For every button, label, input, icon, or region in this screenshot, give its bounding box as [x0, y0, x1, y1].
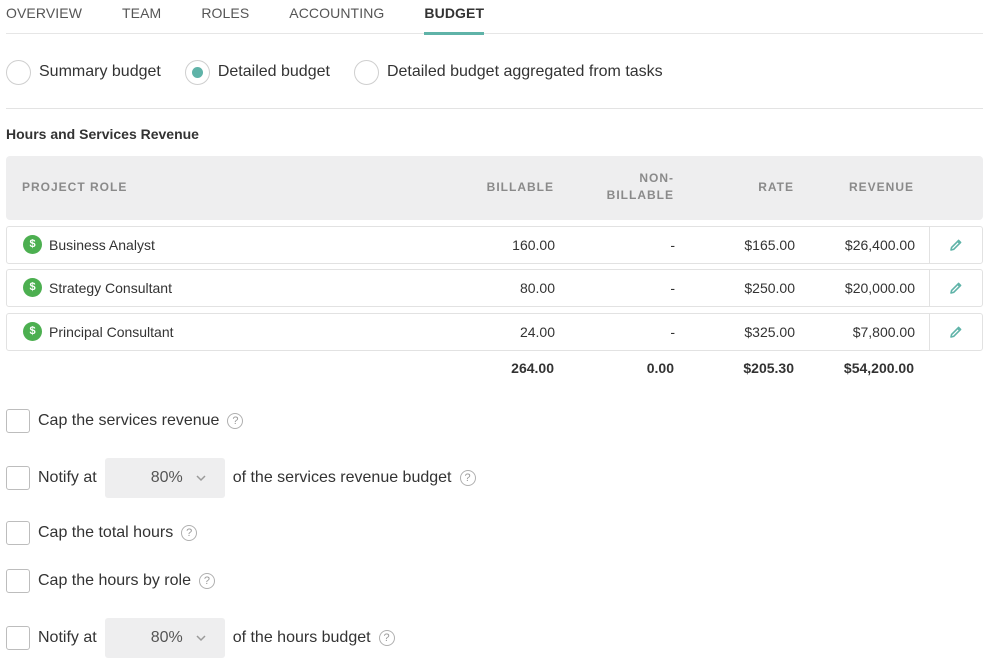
- detailed-budget-radio[interactable]: [184, 59, 210, 85]
- tab-bar: OVERVIEW TEAM ROLES ACCOUNTING BUDGET: [6, 0, 983, 35]
- rate-value: $250.00: [744, 280, 795, 296]
- edit-row-button[interactable]: [929, 314, 982, 350]
- billable-dollar-icon: $: [23, 322, 42, 341]
- detailed-budget-label: Detailed budget: [217, 63, 330, 80]
- chevron-down-icon: [196, 635, 206, 642]
- nonbillable-value: -: [670, 324, 675, 340]
- nonbillable-value: -: [670, 280, 675, 296]
- help-icon[interactable]: ?: [459, 470, 476, 486]
- header-revenue: REVENUE: [848, 180, 914, 194]
- cap-hours-label: Cap the total hours: [38, 524, 174, 541]
- header-rate: RATE: [758, 180, 794, 194]
- nonbillable-value: -: [670, 237, 675, 253]
- pencil-icon: [950, 282, 962, 294]
- notify-hours-checkbox[interactable]: [6, 626, 30, 650]
- role-name: Business Analyst: [49, 237, 155, 253]
- tab-roles[interactable]: ROLES: [201, 0, 249, 34]
- cap-hours-option: Cap the total hours ?: [6, 521, 198, 545]
- notify-hours-option: Notify at 80% of the hours budget ?: [6, 618, 395, 658]
- chevron-down-icon: [196, 475, 206, 482]
- help-icon[interactable]: ?: [198, 573, 215, 589]
- billable-dollar-icon: $: [23, 235, 42, 254]
- help-icon[interactable]: ?: [227, 413, 244, 429]
- header-project-role: PROJECT ROLE: [22, 180, 128, 194]
- section-title: Hours and Services Revenue: [6, 126, 199, 142]
- cap-hours-checkbox[interactable]: [6, 521, 30, 545]
- notify-revenue-suffix: of the services revenue budget: [232, 469, 452, 486]
- table-row: $ Business Analyst 160.00 - $165.00 $26,…: [6, 226, 983, 264]
- notify-revenue-checkbox[interactable]: [6, 466, 30, 490]
- notify-revenue-percent-select[interactable]: 80%: [104, 458, 225, 498]
- cap-revenue-label: Cap the services revenue: [38, 412, 220, 429]
- revenue-value: $20,000.00: [844, 280, 915, 296]
- totals-row: 264.00 0.00 $205.30 $54,200.00: [6, 356, 983, 380]
- revenue-value: $26,400.00: [844, 237, 915, 253]
- total-revenue: $54,200.00: [843, 360, 914, 376]
- aggregated-budget-label: Detailed budget aggregated from tasks: [386, 63, 663, 80]
- divider: [6, 108, 983, 109]
- cap-hours-role-option: Cap the hours by role ?: [6, 569, 215, 593]
- cap-hours-role-checkbox[interactable]: [6, 569, 30, 593]
- budget-type-aggregated[interactable]: Detailed budget aggregated from tasks: [353, 59, 663, 85]
- cap-revenue-option: Cap the services revenue ?: [6, 409, 244, 433]
- summary-budget-label: Summary budget: [39, 63, 161, 80]
- budget-type-summary[interactable]: Summary budget: [6, 59, 161, 85]
- rate-value: $325.00: [744, 324, 795, 340]
- billable-value: 160.00: [512, 237, 555, 253]
- header-nonbillable-line1: NON-: [639, 171, 674, 185]
- summary-budget-radio[interactable]: [6, 59, 31, 85]
- notify-hours-percent-value: 80%: [150, 629, 183, 646]
- pencil-icon: [950, 239, 962, 251]
- budget-type-group: Summary budget Detailed budget Detailed …: [6, 58, 687, 86]
- total-nonbillable: 0.00: [646, 360, 674, 376]
- help-icon[interactable]: ?: [181, 525, 198, 541]
- notify-hours-suffix: of the hours budget: [232, 629, 371, 646]
- billable-value: 80.00: [519, 280, 555, 296]
- notify-hours-percent-select[interactable]: 80%: [104, 618, 225, 658]
- total-rate: $205.30: [743, 360, 794, 376]
- edit-row-button[interactable]: [929, 227, 982, 263]
- billable-value: 24.00: [519, 324, 555, 340]
- header-billable: BILLABLE: [486, 180, 554, 194]
- rate-value: $165.00: [744, 237, 795, 253]
- table-header: PROJECT ROLE BILLABLE NON- BILLABLE RATE…: [6, 156, 983, 220]
- total-billable: 264.00: [511, 360, 554, 376]
- help-icon[interactable]: ?: [378, 630, 395, 646]
- tab-overview[interactable]: OVERVIEW: [6, 0, 82, 34]
- table-row: $ Strategy Consultant 80.00 - $250.00 $2…: [6, 269, 983, 307]
- notify-revenue-percent-value: 80%: [150, 469, 183, 486]
- tab-accounting[interactable]: ACCOUNTING: [289, 0, 384, 34]
- notify-revenue-option: Notify at 80% of the services revenue bu…: [6, 458, 476, 498]
- revenue-value: $7,800.00: [852, 324, 915, 340]
- aggregated-budget-radio[interactable]: [353, 59, 379, 85]
- table-row: $ Principal Consultant 24.00 - $325.00 $…: [6, 313, 983, 351]
- cap-hours-role-label: Cap the hours by role: [38, 572, 191, 589]
- billable-dollar-icon: $: [23, 278, 42, 297]
- edit-row-button[interactable]: [929, 270, 982, 306]
- header-nonbillable-line2: BILLABLE: [606, 188, 674, 202]
- tab-budget[interactable]: BUDGET: [424, 0, 484, 35]
- role-name: Strategy Consultant: [49, 280, 172, 296]
- notify-revenue-prefix: Notify at: [38, 469, 97, 486]
- notify-hours-prefix: Notify at: [38, 629, 97, 646]
- budget-type-detailed[interactable]: Detailed budget: [184, 59, 330, 85]
- pencil-icon: [950, 326, 962, 338]
- cap-revenue-checkbox[interactable]: [6, 409, 30, 433]
- role-name: Principal Consultant: [49, 324, 174, 340]
- tab-team[interactable]: TEAM: [122, 0, 161, 34]
